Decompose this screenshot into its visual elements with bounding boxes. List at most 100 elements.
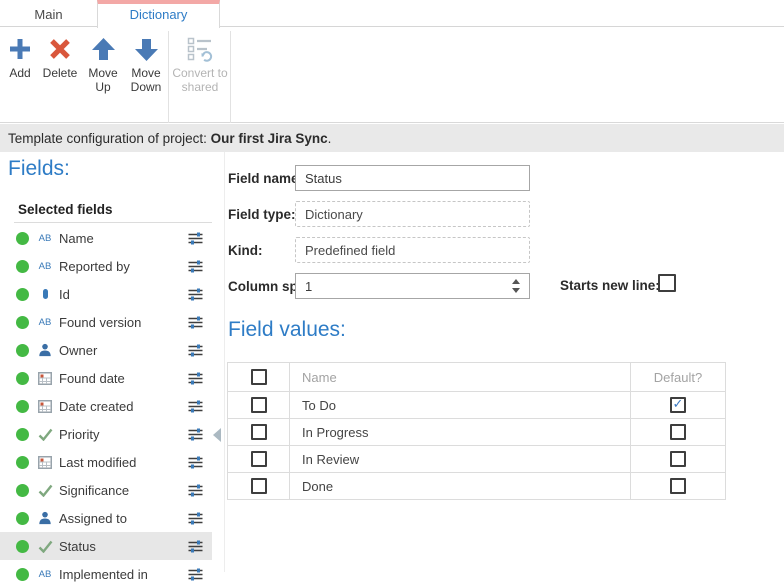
drag-handle-icon[interactable] xyxy=(187,400,204,416)
list-item-implemented-in[interactable]: AB Implemented in xyxy=(0,560,212,588)
green-status-dot-icon xyxy=(16,400,29,413)
drag-handle-icon[interactable] xyxy=(187,512,204,528)
list-item-found-version[interactable]: AB Found version xyxy=(0,308,212,336)
drag-handle-icon[interactable] xyxy=(187,456,204,472)
person-icon xyxy=(36,511,54,525)
list-item-reported-by[interactable]: AB Reported by xyxy=(0,252,212,280)
drag-handle-icon[interactable] xyxy=(187,232,204,248)
drag-handle-icon[interactable] xyxy=(187,428,204,444)
drag-handle-icon[interactable] xyxy=(187,484,204,500)
check-icon xyxy=(36,428,54,441)
column-span-input[interactable]: 1 xyxy=(295,273,530,299)
green-status-dot-icon xyxy=(16,484,29,497)
row-select-checkbox[interactable] xyxy=(251,451,267,467)
drag-handle-icon[interactable] xyxy=(187,568,204,584)
kind-label: Kind: xyxy=(228,243,263,258)
kind-input: Predefined field xyxy=(295,237,530,263)
green-status-dot-icon xyxy=(16,456,29,469)
green-status-dot-icon xyxy=(16,540,29,553)
move-down-button[interactable]: Move Down xyxy=(124,32,168,120)
list-item-name[interactable]: AB Name xyxy=(0,224,212,252)
id-field-icon xyxy=(36,289,54,299)
column-span-spinner xyxy=(509,276,523,296)
field-type-input: Dictionary xyxy=(295,201,530,227)
list-item-date-created[interactable]: Date created xyxy=(0,392,212,420)
selected-fields-list: AB Name AB Reported by Id AB Found versi… xyxy=(0,224,212,588)
list-item-id[interactable]: Id xyxy=(0,280,212,308)
value-name-cell: To Do xyxy=(290,392,631,418)
list-refresh-icon xyxy=(171,32,229,66)
list-item-status[interactable]: Status xyxy=(0,532,212,560)
group-divider xyxy=(168,31,169,123)
move-up-button[interactable]: Move Up xyxy=(82,32,124,120)
delete-button[interactable]: Delete xyxy=(38,32,82,120)
banner-prefix: Template configuration of project: xyxy=(8,131,211,146)
drag-handle-icon[interactable] xyxy=(187,260,204,276)
default-checkbox[interactable] xyxy=(670,424,686,440)
table-row[interactable]: To Do xyxy=(228,391,725,418)
ribbon: Add Delete Move Up Move Down xyxy=(0,28,784,123)
table-header-row: Name Default? xyxy=(228,363,725,391)
row-select-checkbox[interactable] xyxy=(251,424,267,440)
banner-suffix: . xyxy=(328,131,332,146)
text-field-icon: AB xyxy=(36,233,54,244)
field-name-input[interactable]: Status xyxy=(295,165,530,191)
row-select-checkbox[interactable] xyxy=(251,397,267,413)
value-name-cell: In Progress xyxy=(290,419,631,445)
field-values-title: Field values: xyxy=(228,318,346,342)
green-status-dot-icon xyxy=(16,316,29,329)
calendar-icon xyxy=(36,456,54,469)
drag-handle-icon[interactable] xyxy=(187,288,204,304)
list-item-significance[interactable]: Significance xyxy=(0,476,212,504)
person-icon xyxy=(36,343,54,357)
spin-up-icon[interactable] xyxy=(512,279,520,284)
text-field-icon: AB xyxy=(36,569,54,580)
arrow-up-icon xyxy=(82,32,124,66)
selected-fields-divider xyxy=(14,222,212,223)
green-status-dot-icon xyxy=(16,372,29,385)
panel-splitter[interactable] xyxy=(224,152,225,572)
list-item-owner[interactable]: Owner xyxy=(0,336,212,364)
drag-handle-icon[interactable] xyxy=(187,344,204,360)
table-row[interactable]: Done xyxy=(228,472,725,499)
arrow-down-icon xyxy=(124,32,168,66)
drag-handle-icon[interactable] xyxy=(187,372,204,388)
table-row[interactable]: In Review xyxy=(228,445,725,472)
add-button[interactable]: Add xyxy=(2,32,38,120)
green-status-dot-icon xyxy=(16,568,29,581)
text-field-icon: AB xyxy=(36,317,54,328)
convert-to-shared-button[interactable]: Convert to shared xyxy=(171,32,229,120)
project-name: Our first Jira Sync xyxy=(211,131,328,146)
x-icon xyxy=(38,32,82,66)
drag-handle-icon[interactable] xyxy=(187,540,204,556)
field-values-table: Name Default? To Do In Progress In Revie… xyxy=(227,362,726,500)
row-select-checkbox[interactable] xyxy=(251,478,267,494)
splitter-collapse-icon[interactable] xyxy=(213,428,221,442)
tab-dictionary[interactable]: Dictionary xyxy=(97,0,220,28)
starts-new-line-checkbox[interactable] xyxy=(658,274,676,292)
value-name-cell: Done xyxy=(290,473,631,499)
default-checkbox[interactable] xyxy=(670,397,686,413)
select-all-checkbox[interactable] xyxy=(251,369,267,385)
green-status-dot-icon xyxy=(16,344,29,357)
list-item-found-date[interactable]: Found date xyxy=(0,364,212,392)
default-checkbox[interactable] xyxy=(670,478,686,494)
name-column-header: Name xyxy=(290,363,631,391)
green-status-dot-icon xyxy=(16,512,29,525)
group-divider xyxy=(230,31,231,123)
green-status-dot-icon xyxy=(16,232,29,245)
check-icon xyxy=(36,484,54,497)
list-item-priority[interactable]: Priority xyxy=(0,420,212,448)
calendar-icon xyxy=(36,372,54,385)
default-checkbox[interactable] xyxy=(670,451,686,467)
list-item-last-modified[interactable]: Last modified xyxy=(0,448,212,476)
table-row[interactable]: In Progress xyxy=(228,418,725,445)
field-name-label: Field name: xyxy=(228,171,303,186)
spin-down-icon[interactable] xyxy=(512,288,520,293)
drag-handle-icon[interactable] xyxy=(187,316,204,332)
field-type-label: Field type: xyxy=(228,207,296,222)
green-status-dot-icon xyxy=(16,260,29,273)
selected-fields-header: Selected fields xyxy=(18,202,113,217)
tab-main[interactable]: Main xyxy=(0,4,97,27)
list-item-assigned-to[interactable]: Assigned to xyxy=(0,504,212,532)
